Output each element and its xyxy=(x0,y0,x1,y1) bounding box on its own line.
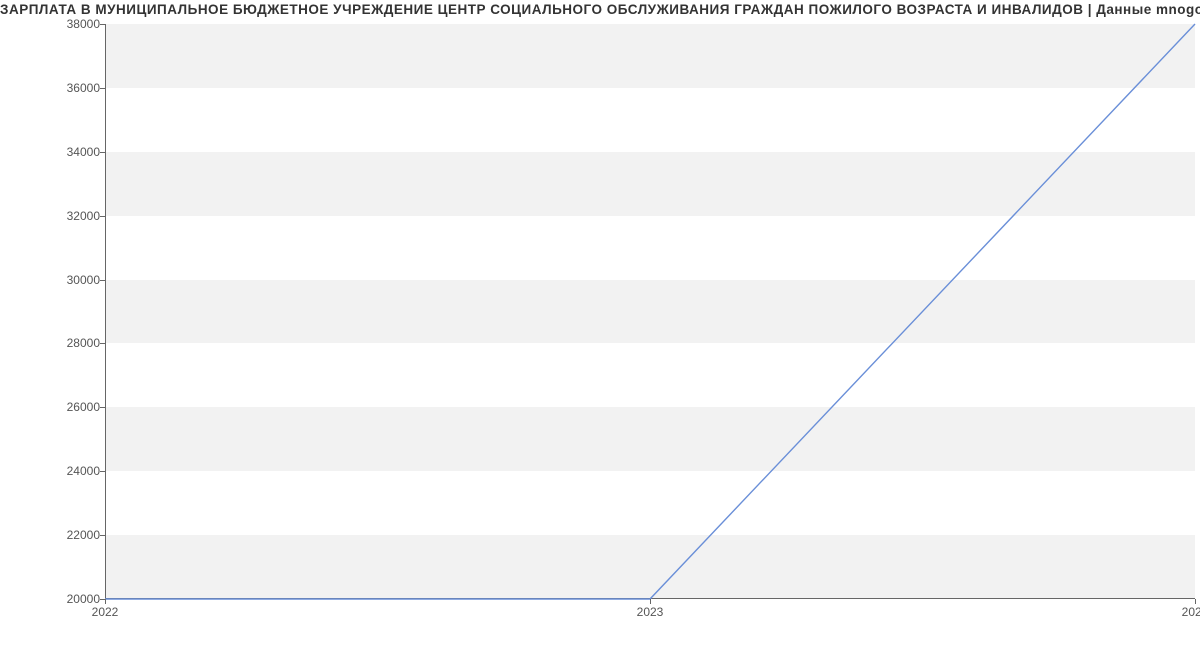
y-tick-mark xyxy=(100,152,105,153)
y-tick-label: 20000 xyxy=(10,592,100,606)
y-tick-label: 22000 xyxy=(10,528,100,542)
data-line xyxy=(105,24,1195,599)
x-tick-mark xyxy=(105,599,106,604)
line-series xyxy=(105,24,1195,599)
y-tick-label: 38000 xyxy=(10,17,100,31)
x-tick-label: 2022 xyxy=(92,605,119,619)
chart-container: ЗАРПЛАТА В МУНИЦИПАЛЬНОЕ БЮДЖЕТНОЕ УЧРЕЖ… xyxy=(0,0,1200,650)
y-tick-mark xyxy=(100,216,105,217)
x-tick-mark xyxy=(650,599,651,604)
y-tick-label: 34000 xyxy=(10,145,100,159)
y-tick-mark xyxy=(100,280,105,281)
plot-area xyxy=(105,24,1195,599)
y-tick-label: 28000 xyxy=(10,336,100,350)
y-tick-mark xyxy=(100,407,105,408)
x-tick-mark xyxy=(1195,599,1196,604)
y-tick-mark xyxy=(100,471,105,472)
y-tick-mark xyxy=(100,88,105,89)
y-tick-label: 32000 xyxy=(10,209,100,223)
y-tick-mark xyxy=(100,343,105,344)
y-tick-label: 36000 xyxy=(10,81,100,95)
chart-title: ЗАРПЛАТА В МУНИЦИПАЛЬНОЕ БЮДЖЕТНОЕ УЧРЕЖ… xyxy=(0,2,1200,17)
y-tick-mark xyxy=(100,24,105,25)
y-tick-label: 24000 xyxy=(10,464,100,478)
y-tick-mark xyxy=(100,535,105,536)
x-tick-label: 2023 xyxy=(637,605,664,619)
y-tick-label: 26000 xyxy=(10,400,100,414)
x-tick-label: 2024 xyxy=(1182,605,1200,619)
y-tick-label: 30000 xyxy=(10,273,100,287)
